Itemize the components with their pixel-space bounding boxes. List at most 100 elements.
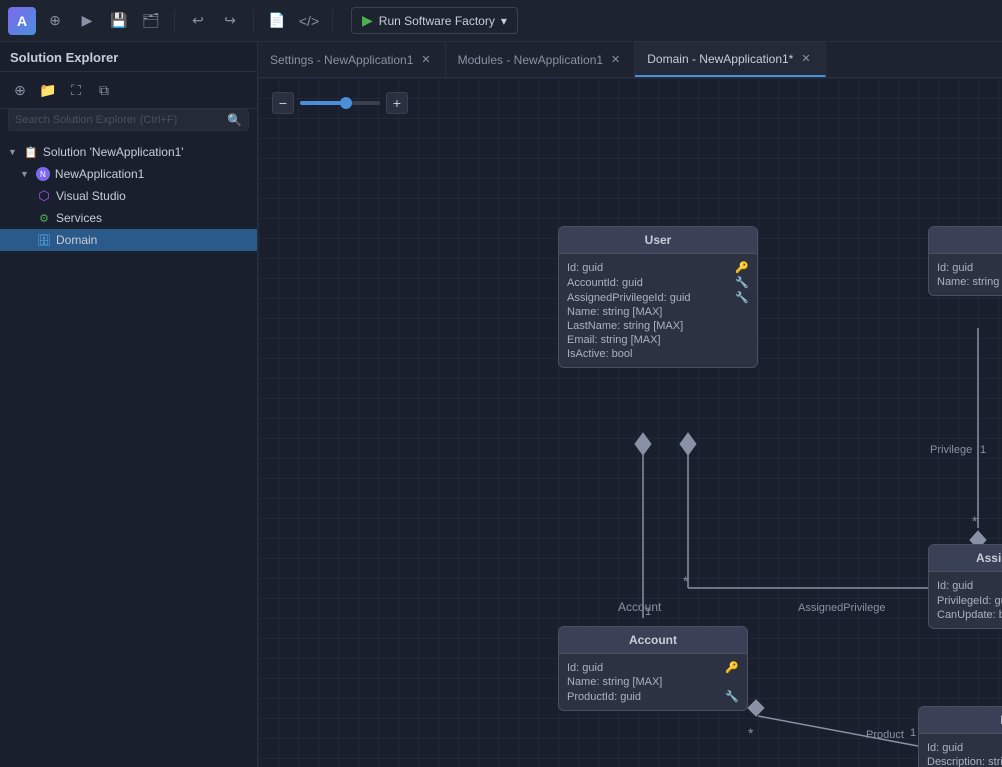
tab-modules[interactable]: Modules - NewApplication1 ✕	[446, 42, 636, 77]
diagram-canvas[interactable]: − + Account 1 AssignedPrivilege	[258, 78, 1002, 767]
field-user-isactive: IsActive: bool	[567, 347, 749, 361]
entity-user-header: User	[559, 227, 757, 254]
file-button[interactable]: 📄	[264, 8, 290, 34]
entity-assignedprivilege-header: AssignedPrivilege	[929, 545, 1002, 572]
fk-icon: 🔧	[735, 291, 749, 304]
collapse-all-button[interactable]: ⛶	[64, 78, 88, 102]
app-logo: A	[8, 7, 36, 35]
key-icon: 🔑	[735, 261, 749, 274]
key-icon: 🔑	[725, 661, 739, 674]
zoom-in-button[interactable]: +	[386, 92, 408, 114]
entity-account[interactable]: Account Id: guid 🔑 Name: string [MAX] Pr…	[558, 626, 748, 711]
domain-label: Domain	[56, 233, 97, 247]
svg-text:*: *	[748, 725, 754, 741]
zoom-slider-thumb	[340, 97, 352, 109]
tab-domain[interactable]: Domain - NewApplication1* ✕	[635, 42, 825, 77]
field-user-assignedprivilegeid: AssignedPrivilegeId: guid 🔧	[567, 290, 749, 305]
entity-account-header: Account	[559, 627, 747, 654]
vs-label: Visual Studio	[56, 189, 126, 203]
entity-product-body: Id: guid 🔑 Description: string [MAX] IsA…	[919, 734, 1002, 767]
tab-settings-label: Settings - NewApplication1	[270, 53, 413, 67]
svg-text:*: *	[972, 513, 978, 529]
field-user-id: Id: guid 🔑	[567, 260, 749, 275]
entity-assignedprivilege[interactable]: AssignedPrivilege Id: guid 🔑 PrivilegeId…	[928, 544, 1002, 629]
zoom-controls: − +	[272, 92, 408, 114]
entity-product[interactable]: Product Id: guid 🔑 Description: string […	[918, 706, 1002, 767]
run-button[interactable]: ▶ Run Software Factory ▾	[351, 7, 518, 34]
entity-privilege[interactable]: Privilege Id: guid 🔑 Name: string [MAX]	[928, 226, 1002, 296]
fk-icon: 🔧	[725, 690, 739, 703]
entity-assignedprivilege-body: Id: guid 🔑 PrivilegeId: guid 🔧 CanUpdate…	[929, 572, 1002, 628]
tabs-bar: Settings - NewApplication1 ✕ Modules - N…	[258, 42, 1002, 78]
field-prod-desc: Description: string [MAX]	[927, 755, 1002, 767]
entity-privilege-header: Privilege	[929, 227, 1002, 254]
svg-text:1: 1	[645, 606, 651, 618]
search-box: 🔍	[8, 109, 249, 131]
save-button[interactable]: 💾	[106, 8, 132, 34]
field-acc-productid: ProductId: guid 🔧	[567, 689, 739, 704]
svg-text:Account: Account	[618, 600, 662, 614]
search-button[interactable]: 🔍	[227, 113, 242, 127]
field-user-lastname: LastName: string [MAX]	[567, 319, 749, 333]
run-label: Run Software Factory	[379, 14, 495, 28]
field-user-name: Name: string [MAX]	[567, 305, 749, 319]
chevron-down-icon: ▼	[8, 147, 17, 157]
sidebar-title: Solution Explorer	[0, 42, 257, 72]
tab-modules-close[interactable]: ✕	[609, 51, 622, 68]
tab-modules-label: Modules - NewApplication1	[458, 53, 603, 67]
tree-item-solution[interactable]: ▼ 📋 Solution 'NewApplication1'	[0, 141, 257, 163]
tab-settings[interactable]: Settings - NewApplication1 ✕	[258, 42, 446, 77]
separator-3	[332, 10, 333, 32]
entity-user[interactable]: User Id: guid 🔑 AccountId: guid 🔧 Assign…	[558, 226, 758, 368]
code-button[interactable]: </>	[296, 8, 322, 34]
app-icon: N	[35, 166, 51, 182]
zoom-out-button[interactable]: −	[272, 92, 294, 114]
run-icon: ▶	[362, 12, 373, 29]
field-priv-id: Id: guid 🔑	[937, 260, 1002, 275]
content-area: Settings - NewApplication1 ✕ Modules - N…	[258, 42, 1002, 767]
field-prod-id: Id: guid 🔑	[927, 740, 1002, 755]
svg-text:1: 1	[980, 444, 986, 456]
forward-button[interactable]: ▶	[74, 8, 100, 34]
services-icon: ⚙	[36, 210, 52, 226]
field-user-accountid: AccountId: guid 🔧	[567, 275, 749, 290]
search-input[interactable]	[15, 114, 223, 126]
tree-item-app[interactable]: ▼ N NewApplication1	[0, 163, 257, 185]
field-priv-name: Name: string [MAX]	[937, 275, 1002, 289]
svg-text:1: 1	[910, 727, 916, 739]
field-acc-name: Name: string [MAX]	[567, 675, 739, 689]
separator-1	[174, 10, 175, 32]
sync-button[interactable]: ⧉	[92, 78, 116, 102]
tab-domain-close[interactable]: ✕	[799, 50, 812, 67]
svg-text:Privilege: Privilege	[930, 444, 972, 456]
entity-user-body: Id: guid 🔑 AccountId: guid 🔧 AssignedPri…	[559, 254, 757, 367]
svg-text:*: *	[683, 573, 689, 589]
run-dropdown-icon: ▾	[501, 14, 507, 28]
undo-button[interactable]: ↩	[185, 8, 211, 34]
tab-domain-label: Domain - NewApplication1*	[647, 52, 793, 66]
separator-2	[253, 10, 254, 32]
app-label: NewApplication1	[55, 167, 144, 181]
chevron-down-icon: ▼	[20, 169, 29, 179]
tree-item-domain[interactable]: 🗄 Domain	[0, 229, 257, 251]
tree-item-services[interactable]: ⚙ Services	[0, 207, 257, 229]
redo-button[interactable]: ↪	[217, 8, 243, 34]
tree-item-vs[interactable]: ⬡ Visual Studio	[0, 185, 257, 207]
save-all-button[interactable]: 🗂	[138, 8, 164, 34]
add-item-button[interactable]: ⊕	[8, 78, 32, 102]
svg-text:AssignedPrivilege: AssignedPrivilege	[798, 602, 885, 614]
domain-icon: 🗄	[36, 232, 52, 248]
open-folder-button[interactable]: 📁	[36, 78, 60, 102]
sidebar-actions: ⊕ 📁 ⛶ ⧉	[0, 72, 257, 109]
field-ap-id: Id: guid 🔑	[937, 578, 1002, 593]
solution-tree: ▼ 📋 Solution 'NewApplication1' ▼ N NewAp…	[0, 137, 257, 255]
add-button[interactable]: ⊕	[42, 8, 68, 34]
main-layout: Solution Explorer ⊕ 📁 ⛶ ⧉ 🔍 ▼ 📋 Solution…	[0, 42, 1002, 767]
field-ap-privilegeid: PrivilegeId: guid 🔧	[937, 593, 1002, 608]
tab-settings-close[interactable]: ✕	[419, 51, 432, 68]
entity-privilege-body: Id: guid 🔑 Name: string [MAX]	[929, 254, 1002, 295]
field-ap-canupdate: CanUpdate: bool	[937, 608, 1002, 622]
zoom-slider[interactable]	[300, 101, 380, 105]
svg-text:Product: Product	[866, 729, 904, 741]
services-label: Services	[56, 211, 102, 225]
